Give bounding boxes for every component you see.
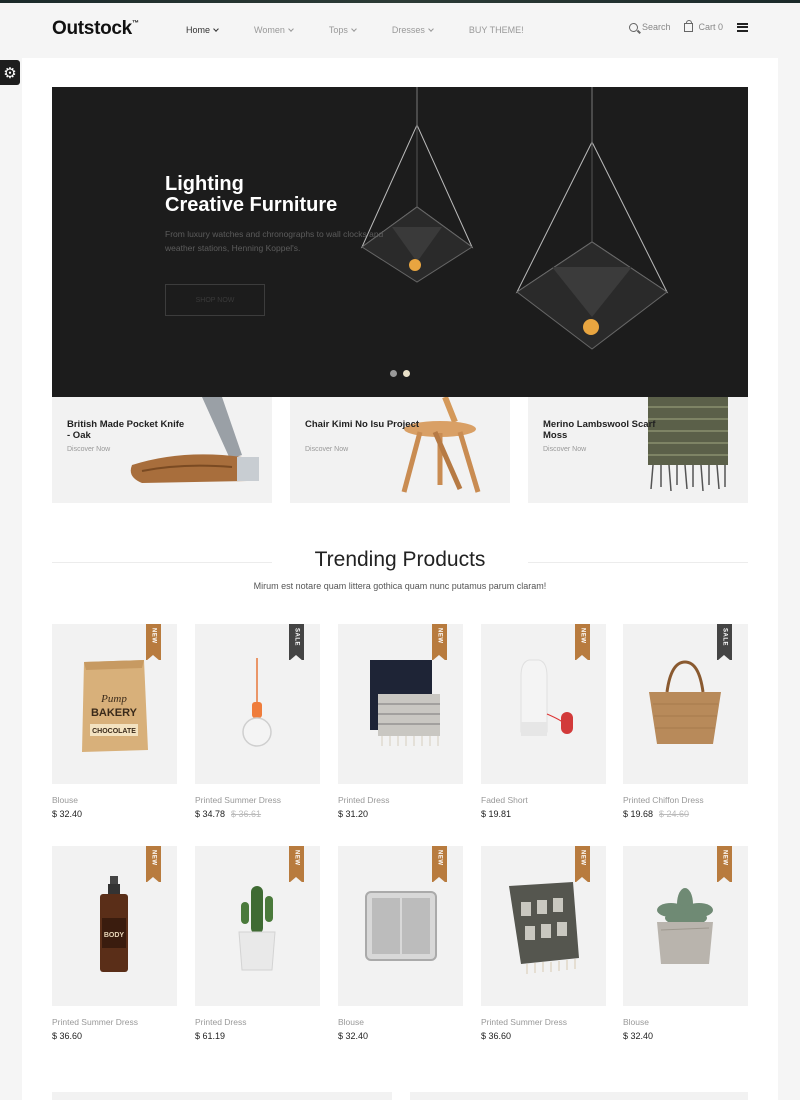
product-name[interactable]: Blouse <box>52 795 177 805</box>
product-name[interactable]: Blouse <box>338 1017 463 1027</box>
banner-chair[interactable]: Chair Kimi No Isu Project Discover Now <box>290 397 510 503</box>
cart-button[interactable]: Cart 0 <box>684 19 723 32</box>
badge-sale: SALE <box>289 624 304 661</box>
banner-title: Chair Kimi No Isu Project <box>305 419 420 430</box>
product-card[interactable]: NEW Printed Dress $ 61.19 <box>195 846 320 1041</box>
nav-item-tops[interactable]: Tops <box>329 25 357 35</box>
banner-title: Merino Lambswool Scarf Moss <box>543 419 656 441</box>
section-title: Trending Products <box>314 548 486 571</box>
product-image[interactable]: BODY NEW <box>52 846 177 1006</box>
chevron-down-icon <box>213 25 219 32</box>
slider-dots <box>390 370 416 377</box>
nav-item-dresses[interactable]: Dresses <box>392 25 434 35</box>
search-icon <box>628 22 638 32</box>
promo-banner[interactable] <box>410 1092 748 1100</box>
badge-new: NEW <box>289 846 304 883</box>
product-name[interactable]: Printed Summer Dress <box>52 1017 177 1027</box>
hero-title: Lighting Creative Furniture <box>165 173 338 216</box>
main-nav: Home Women Tops Dresses BUY THEME! <box>186 25 560 35</box>
slider-dot-2[interactable] <box>403 370 410 377</box>
svg-text:BAKERY: BAKERY <box>91 707 138 719</box>
hamburger-menu-icon[interactable] <box>737 22 748 32</box>
hero-slider: Lighting Creative Furniture From luxury w… <box>52 87 748 397</box>
nav-item-buy-theme[interactable]: BUY THEME! <box>469 25 524 35</box>
product-image[interactable]: Pump BAKERY CHOCOLATE NEW <box>52 624 177 784</box>
promo-banner[interactable] <box>52 1092 392 1100</box>
product-price: $ 34.78 $ 36.61 <box>195 809 262 819</box>
product-card[interactable]: Pump BAKERY CHOCOLATE NEW Blouse $ 32.40 <box>52 624 177 819</box>
product-name[interactable]: Blouse <box>623 1017 748 1027</box>
svg-text:Pump: Pump <box>100 693 127 705</box>
nav-item-home[interactable]: Home <box>186 25 219 35</box>
product-image[interactable]: NEW <box>338 624 463 784</box>
search-button[interactable]: Search <box>628 22 670 32</box>
badge-sale: SALE <box>717 624 732 661</box>
badge-new: NEW <box>146 624 161 661</box>
product-price: $ 61.19 <box>195 1031 226 1041</box>
product-card[interactable]: NEW Printed Summer Dress $ 36.60 <box>481 846 606 1041</box>
banner-pocket-knife[interactable]: British Made Pocket Knife - Oak Discover… <box>52 397 272 503</box>
product-image[interactable]: SALE <box>623 624 748 784</box>
wool-scarf-image <box>648 397 728 492</box>
chevron-down-icon <box>428 25 434 32</box>
product-name[interactable]: Printed Summer Dress <box>195 795 320 805</box>
badge-new: NEW <box>717 846 732 883</box>
product-name[interactable]: Faded Short <box>481 795 606 805</box>
slider-dot-1[interactable] <box>390 370 397 377</box>
badge-new: NEW <box>575 624 590 661</box>
product-image[interactable]: NEW <box>623 846 748 1006</box>
product-card[interactable]: SALE Printed Chiffon Dress $ 19.68 $ 24.6… <box>623 624 748 819</box>
site-header: Outstock™ Home Women Tops Dresses BUY TH… <box>0 3 800 58</box>
product-price: $ 31.20 <box>338 809 369 819</box>
product-name[interactable]: Printed Chiffon Dress <box>623 795 748 805</box>
logo[interactable]: Outstock™ <box>52 18 139 40</box>
product-name[interactable]: Printed Dress <box>338 795 463 805</box>
product-price: $ 36.60 <box>52 1031 83 1041</box>
nav-item-women[interactable]: Women <box>254 25 294 35</box>
section-subtitle: Mirum est notare quam littera gothica qu… <box>253 581 547 591</box>
product-image[interactable]: SALE <box>195 624 320 784</box>
product-card[interactable]: BODY NEW Printed Summer Dress $ 36.60 <box>52 846 177 1041</box>
pendant-lamp-image <box>360 87 474 283</box>
product-image[interactable]: NEW <box>338 846 463 1006</box>
discover-now-link[interactable]: Discover Now <box>305 446 348 453</box>
product-name[interactable]: Printed Dress <box>195 1017 320 1027</box>
discover-now-link[interactable]: Discover Now <box>543 446 586 453</box>
main-content: Lighting Creative Furniture From luxury w… <box>22 58 778 1100</box>
pendant-lamp-image <box>515 87 669 350</box>
wooden-chair-image <box>401 397 481 493</box>
product-name[interactable]: Printed Summer Dress <box>481 1017 606 1027</box>
hero-description: From luxury watches and chronographs to … <box>165 229 384 253</box>
discover-now-link[interactable]: Discover Now <box>67 446 110 453</box>
product-price: $ 19.68 $ 24.60 <box>623 809 690 819</box>
product-card[interactable]: NEW Blouse $ 32.40 <box>338 846 463 1041</box>
product-image[interactable]: NEW <box>481 624 606 784</box>
settings-gear-icon[interactable]: ⚙ <box>0 60 20 85</box>
chevron-down-icon <box>351 25 357 32</box>
badge-new: NEW <box>146 846 161 883</box>
banner-scarf[interactable]: Merino Lambswool Scarf Moss Discover Now <box>528 397 748 503</box>
product-image[interactable]: NEW <box>195 846 320 1006</box>
chevron-down-icon <box>288 25 294 32</box>
product-card[interactable]: SALE Printed Summer Dress $ 34.78 $ 36.61 <box>195 624 320 819</box>
badge-new: NEW <box>432 624 447 661</box>
svg-text:BODY: BODY <box>104 932 125 939</box>
badge-new: NEW <box>575 846 590 883</box>
banner-title: British Made Pocket Knife - Oak <box>67 419 185 441</box>
badge-new: NEW <box>432 846 447 883</box>
shop-now-button[interactable]: SHOP NOW <box>165 284 265 316</box>
pocket-knife-image <box>130 397 259 483</box>
product-card[interactable]: NEW Faded Short $ 19.81 <box>481 624 606 819</box>
svg-text:CHOCOLATE: CHOCOLATE <box>92 728 136 735</box>
product-price: $ 36.60 <box>481 1031 512 1041</box>
product-image[interactable]: NEW <box>481 846 606 1006</box>
product-price: $ 32.40 <box>338 1031 369 1041</box>
product-price: $ 19.81 <box>481 809 512 819</box>
product-card[interactable]: NEW Printed Dress $ 31.20 <box>338 624 463 819</box>
product-price: $ 32.40 <box>52 809 83 819</box>
product-card[interactable]: NEW Blouse $ 32.40 <box>623 846 748 1041</box>
shopping-bag-icon <box>684 19 694 32</box>
product-price: $ 32.40 <box>623 1031 654 1041</box>
